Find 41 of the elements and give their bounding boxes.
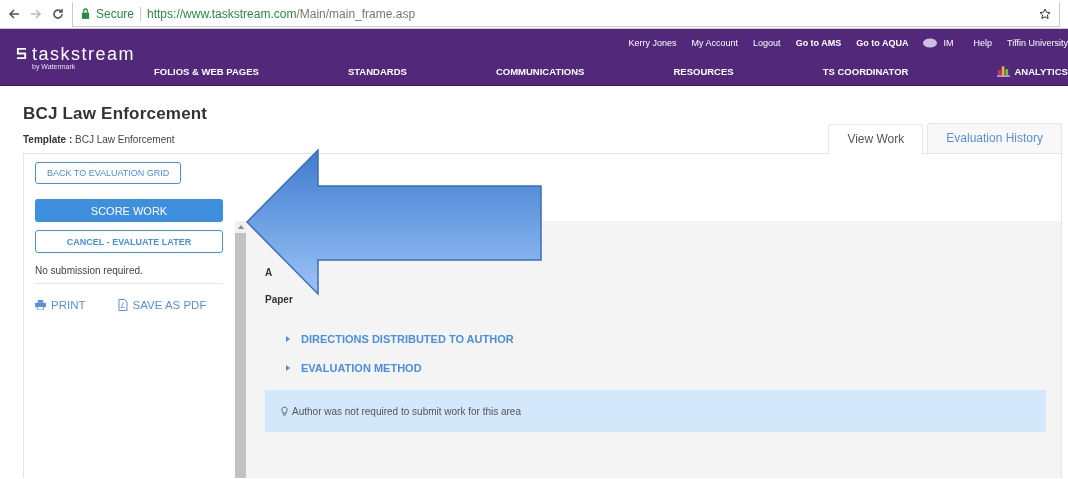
star-icon[interactable] [1039,7,1051,20]
field-label: Paper [265,294,294,305]
caret-right-icon[interactable] [285,365,291,371]
tab[interactable]: View Work [828,124,924,154]
nav-link[interactable]: COMMUNICATIONS [495,65,585,77]
pdf-file-icon [117,299,128,311]
printer-icon [35,300,46,310]
caret-right-icon[interactable] [285,336,291,342]
scrollbar[interactable] [235,221,246,478]
bar-chart-icon [997,65,1011,78]
reload-icon[interactable] [52,8,64,20]
header-link[interactable]: Tiffin University [1007,38,1068,49]
template-label: Template : BCJ Law Enforcement [23,134,176,145]
submission-note: No submission required. [35,265,223,284]
lock-icon [81,8,90,19]
logo-icon [16,47,27,60]
lightbulb-icon [281,405,288,417]
address-bar[interactable]: Secure https://www.taskstream.com/Main/main_frame.asp [72,1,1060,27]
scroll-up-icon[interactable] [237,225,244,229]
nav-link[interactable]: FOLIOS & WEB PAGES [154,65,259,77]
url-text: https://www.taskstream.com/Main/main_frame.asp [147,6,416,21]
back-button[interactable]: BACK TO EVALUATION GRID [35,162,182,184]
chat-link[interactable]: IM [923,38,954,49]
header-link[interactable]: Go to AQUA [856,38,909,49]
back-icon[interactable] [8,8,20,20]
header-link[interactable]: Go to AMS [795,38,842,49]
field-label: A [265,267,274,278]
header-link[interactable]: Kerry Jones [628,38,677,49]
chat-bubble-icon [923,38,938,49]
nav-link[interactable]: RESOURCES [673,65,734,77]
forward-icon[interactable] [30,8,42,20]
nav-link[interactable]: STANDARDS [347,65,407,77]
nav-link[interactable]: TS COORDINATOR [822,65,909,77]
logo-text: taskstream [32,44,136,63]
nav-link[interactable]: ANALYTICS [997,65,1068,78]
header-link[interactable]: Help [973,38,992,49]
header-link[interactable]: Logout [753,38,781,49]
secure-label: Secure [96,6,135,21]
page-title: BCJ Law Enforcement [23,104,208,124]
header-link[interactable]: My Account [691,38,739,49]
info-message: Author was not required to submit work for this area [292,405,521,417]
